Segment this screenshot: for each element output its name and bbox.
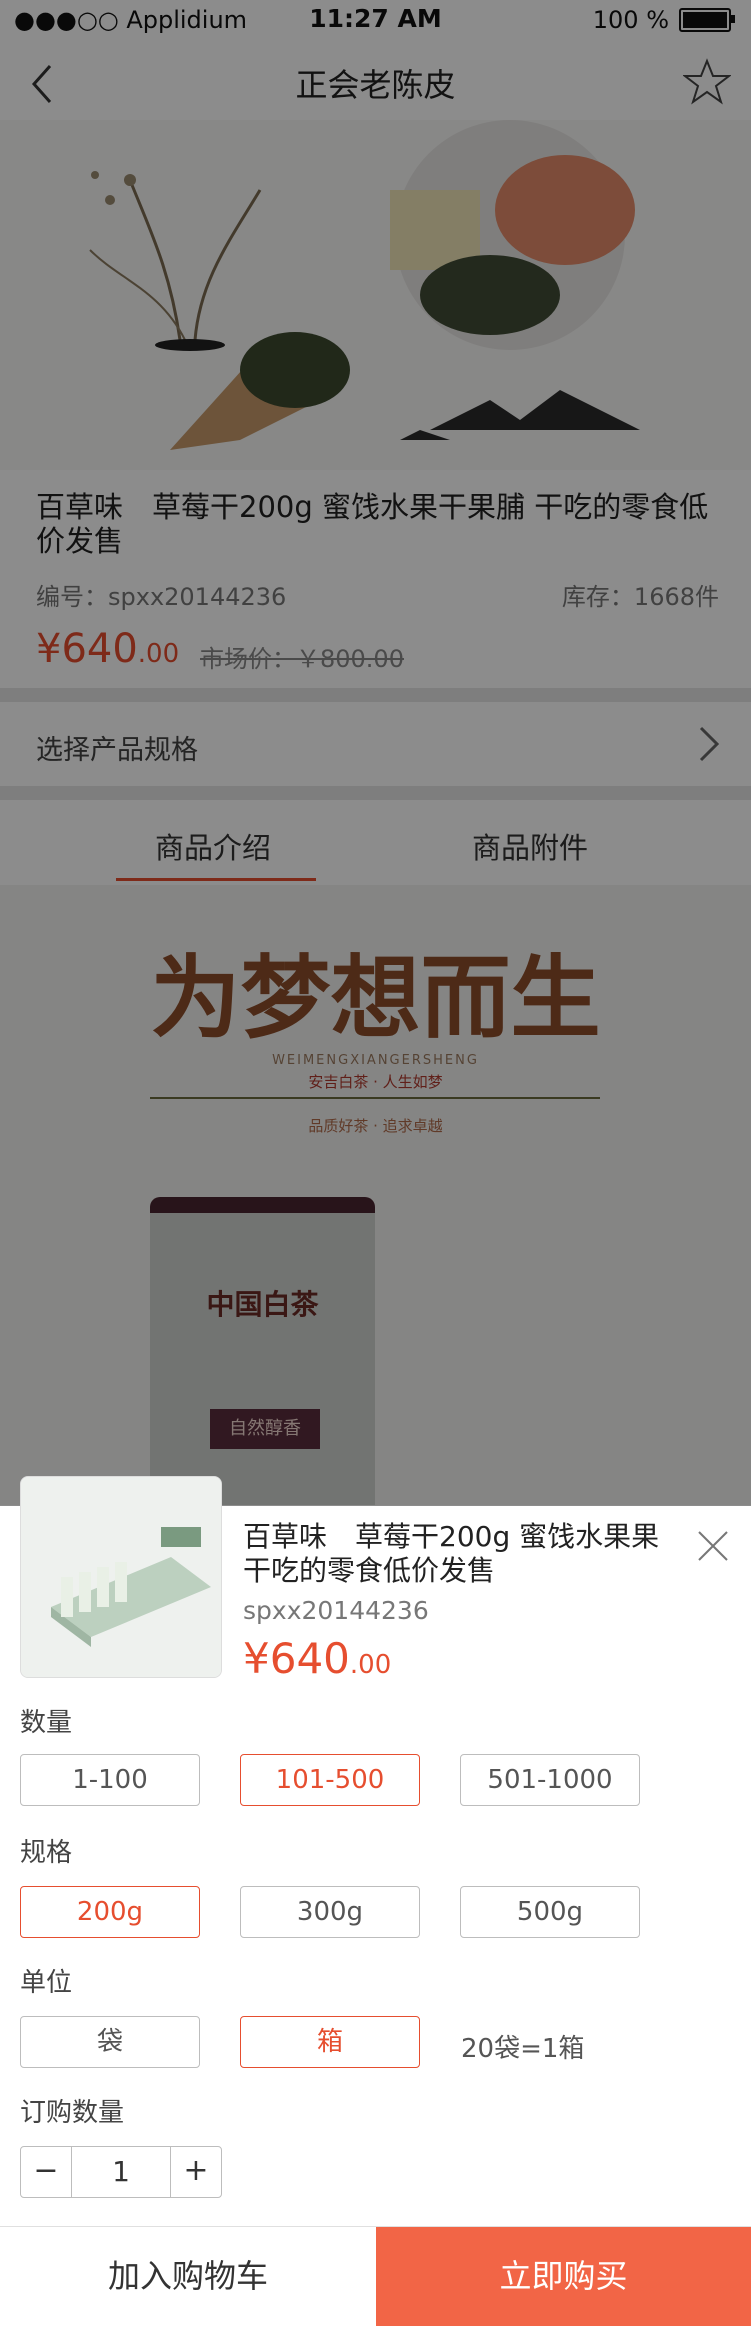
spec-option-selected[interactable]: 200g xyxy=(20,1886,200,1938)
sheet-price-dec: .00 xyxy=(349,1650,392,1680)
quantity-stepper: − 1 + xyxy=(20,2146,222,2198)
sheet-thumbnail xyxy=(20,1476,222,1678)
sheet-price-int: ¥640 xyxy=(243,1634,350,1683)
spec-option[interactable]: 300g xyxy=(240,1886,420,1938)
minus-button[interactable]: − xyxy=(21,2147,71,2197)
spec-label: 规格 xyxy=(20,1838,73,1868)
unit-option[interactable]: 袋 xyxy=(20,2016,200,2068)
qty-option-selected[interactable]: 101-500 xyxy=(240,1754,420,1806)
unit-option-selected[interactable]: 箱 xyxy=(240,2016,420,2068)
add-to-cart-button[interactable]: 加入购物车 xyxy=(0,2227,376,2326)
unit-label: 单位 xyxy=(20,1968,73,1998)
sheet-price: ¥640.00 xyxy=(243,1634,391,1683)
order-quantity-label: 订购数量 xyxy=(20,2098,125,2128)
qty-option[interactable]: 501-1000 xyxy=(460,1754,640,1806)
quantity-label: 数量 xyxy=(20,1708,73,1738)
sheet-code: spxx20144236 xyxy=(243,1596,429,1625)
action-bar: 加入购物车 立即购买 xyxy=(0,2226,751,2326)
spec-sheet: 百草味 草莓干200g 蜜饯水果果干吃的零食低价发售 spxx20144236 … xyxy=(0,1476,751,2326)
spec-option[interactable]: 500g xyxy=(460,1886,640,1938)
tea-box-image xyxy=(21,1477,221,1677)
close-icon[interactable] xyxy=(693,1526,733,1566)
sheet-title: 百草味 草莓干200g 蜜饯水果果干吃的零食低价发售 xyxy=(243,1520,660,1587)
buy-now-button[interactable]: 立即购买 xyxy=(376,2227,751,2326)
qty-option[interactable]: 1-100 xyxy=(20,1754,200,1806)
quantity-input[interactable]: 1 xyxy=(71,2147,171,2197)
unit-conversion-note: 20袋=1箱 xyxy=(461,2034,585,2064)
plus-button[interactable]: + xyxy=(171,2147,221,2197)
